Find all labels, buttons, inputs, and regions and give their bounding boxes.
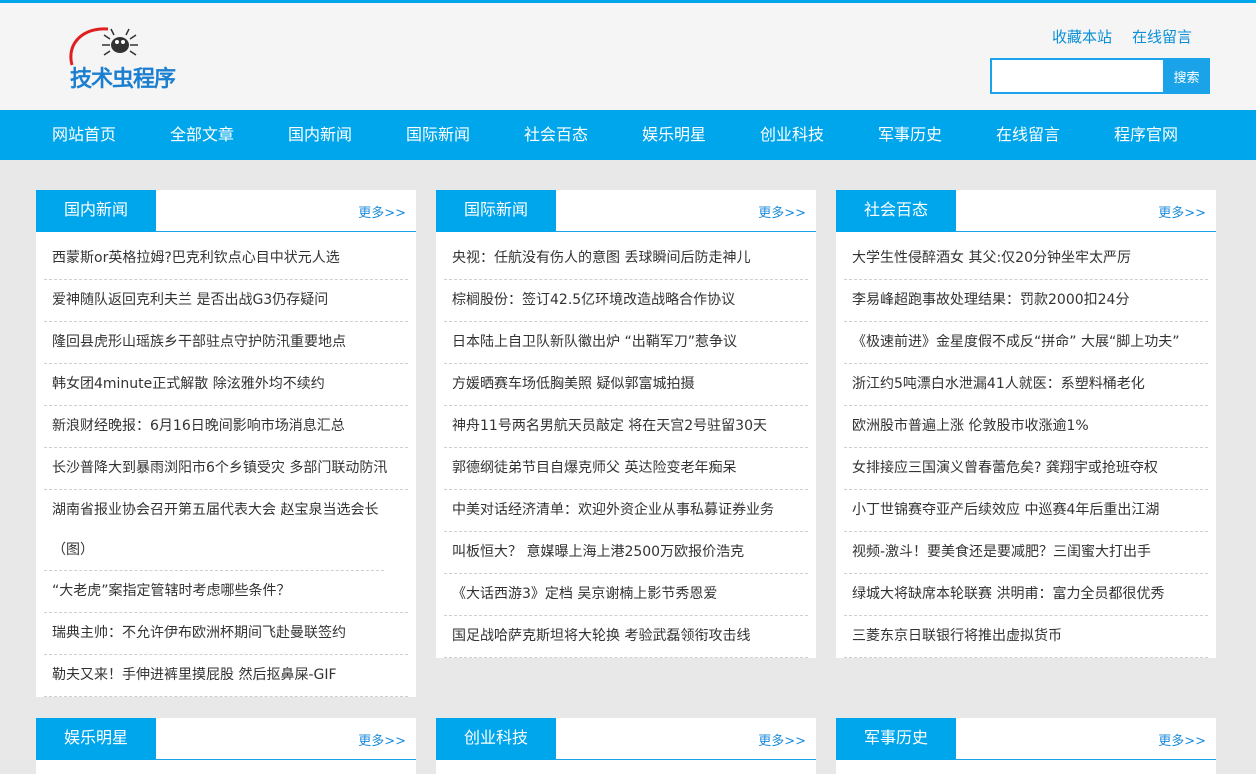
online-message-link[interactable]: 在线留言 [1132,26,1192,47]
list-item[interactable]: 方媛晒赛车场低胸美照 疑似郭富城拍摄 [444,364,808,406]
list-item[interactable]: 欧洲股市普遍上涨 伦敦股市收涨逾1% [844,406,1208,448]
list-item[interactable]: “大老虎”案指定管辖时考虑哪些条件？ [44,571,408,613]
list-item[interactable]: 小丁世锦赛夺亚产后续效应 中巡赛4年后重出江湖 [844,490,1208,532]
list-item[interactable]: 视频-激斗！要美食还是要减肥？三闺蜜大打出手 [844,532,1208,574]
panel-tech: 创业科技 更多>> [436,718,816,774]
nav-item-domestic-news[interactable]: 国内新闻 [261,110,379,160]
list-item[interactable]: 韩女团4minute正式解散 除泫雅外均不续约 [44,364,408,406]
news-list: 西蒙斯or英格拉姆?巴克利钦点心目中状元人选 爱神随队返回克利夫兰 是否出战G3… [36,232,416,697]
panel-header: 国际新闻 更多>> [436,190,816,232]
more-link[interactable]: 更多>> [1158,730,1206,749]
site-header: 技术虫程序 收藏本站 在线留言 搜索 [0,3,1256,110]
site-logo[interactable]: 技术虫程序 [64,23,204,93]
list-item[interactable]: 棕榈股份：签订42.5亿环境改造战略合作协议 [444,280,808,322]
list-item[interactable]: 浙江约5吨漂白水泄漏41人就医：系塑料桶老化 [844,364,1208,406]
list-item[interactable]: 新浪财经晚报：6月16日晚间影响市场消息汇总 [44,406,408,448]
panel-title: 军事历史 [836,718,956,760]
list-item[interactable]: 神舟11号两名男航天员敲定 将在天宫2号驻留30天 [444,406,808,448]
news-list: 央视：任航没有伤人的意图 丢球瞬间后防走神儿 棕榈股份：签订42.5亿环境改造战… [436,232,816,658]
nav-item-message[interactable]: 在线留言 [969,110,1087,160]
panel-title: 娱乐明星 [36,718,156,760]
list-item[interactable]: 日本陆上自卫队新队徽出炉 “出鞘军刀”惹争议 [444,322,808,364]
panel-title: 国内新闻 [36,190,156,232]
main-nav: 网站首页 全部文章 国内新闻 国际新闻 社会百态 娱乐明星 创业科技 军事历史 … [0,110,1256,160]
news-list: 大学生性侵醉酒女 其父:仅20分钟坐牢太严厉 李易峰超跑事故处理结果：罚款200… [836,232,1216,658]
more-link[interactable]: 更多>> [358,202,406,221]
panel-header: 国内新闻 更多>> [36,190,416,232]
list-item[interactable]: 绿城大将缺席本轮联赛 洪明甫：富力全员都很优秀 [844,574,1208,616]
list-item[interactable]: 大学生性侵醉酒女 其父:仅20分钟坐牢太严厉 [844,238,1208,280]
top-links: 收藏本站 在线留言 [1052,26,1192,47]
list-item[interactable]: 勒夫又来！手伸进裤里摸屁股 然后抠鼻屎-GIF [44,655,408,697]
more-link[interactable]: 更多>> [1158,202,1206,221]
list-item[interactable]: 《极速前进》金星度假不成反“拼命” 大展“脚上功夫” [844,322,1208,364]
panel-header: 社会百态 更多>> [836,190,1216,232]
list-item[interactable]: 瑞典主帅：不允许伊布欧洲杯期间飞赴曼联签约 [44,613,408,655]
bookmark-site-link[interactable]: 收藏本站 [1052,26,1112,47]
panel-entertainment: 娱乐明星 更多>> [36,718,416,774]
panel-military: 军事历史 更多>> [836,718,1216,774]
list-item[interactable]: 长沙普降大到暴雨浏阳市6个乡镇受灾 多部门联动防汛 [44,448,408,490]
nav-item-home[interactable]: 网站首页 [25,110,143,160]
list-item[interactable]: 央视：任航没有伤人的意图 丢球瞬间后防走神儿 [444,238,808,280]
list-item[interactable]: 国足战哈萨克斯坦将大轮换 考验武磊领衔攻击线 [444,616,808,658]
nav-item-official-site[interactable]: 程序官网 [1087,110,1205,160]
panel-title: 社会百态 [836,190,956,232]
search-input[interactable] [990,58,1163,94]
more-link[interactable]: 更多>> [358,730,406,749]
panel-header: 军事历史 更多>> [836,718,1216,760]
panel-international-news: 国际新闻 更多>> 央视：任航没有伤人的意图 丢球瞬间后防走神儿 棕榈股份：签订… [436,190,816,658]
logo-text: 技术虫程序 [70,67,176,92]
list-item[interactable]: 三菱东京日联银行将推出虚拟货币 [844,616,1208,658]
list-item[interactable]: 湖南省报业协会召开第五届代表大会 赵宝泉当选会长（图） [44,490,384,571]
panel-header: 创业科技 更多>> [436,718,816,760]
list-item[interactable]: 隆回县虎形山瑶族乡干部驻点守护防汛重要地点 [44,322,408,364]
list-item[interactable]: 中美对话经济清单：欢迎外资企业从事私募证券业务 [444,490,808,532]
list-item[interactable]: 女排接应三国演义曾春蕾危矣? 龚翔宇或抢班夺权 [844,448,1208,490]
nav-item-entertainment[interactable]: 娱乐明星 [615,110,733,160]
nav-item-all-articles[interactable]: 全部文章 [143,110,261,160]
more-link[interactable]: 更多>> [758,202,806,221]
list-item[interactable]: 李易峰超跑事故处理结果：罚款2000扣24分 [844,280,1208,322]
list-item[interactable]: 叫板恒大？ 意媒曝上海上港2500万欧报价浩克 [444,532,808,574]
panel-title: 创业科技 [436,718,556,760]
list-item[interactable]: 郭德纲徒弟节目自爆克师父 英达险变老年痴呆 [444,448,808,490]
search-button[interactable]: 搜索 [1163,58,1210,94]
list-item[interactable]: 西蒙斯or英格拉姆?巴克利钦点心目中状元人选 [44,238,408,280]
nav-item-tech[interactable]: 创业科技 [733,110,851,160]
panel-header: 娱乐明星 更多>> [36,718,416,760]
nav-item-society[interactable]: 社会百态 [497,110,615,160]
more-link[interactable]: 更多>> [758,730,806,749]
panel-title: 国际新闻 [436,190,556,232]
panel-domestic-news: 国内新闻 更多>> 西蒙斯or英格拉姆?巴克利钦点心目中状元人选 爱神随队返回克… [36,190,416,697]
nav-item-military[interactable]: 军事历史 [851,110,969,160]
search-box: 搜索 [990,58,1210,94]
panel-society: 社会百态 更多>> 大学生性侵醉酒女 其父:仅20分钟坐牢太严厉 李易峰超跑事故… [836,190,1216,658]
nav-item-international-news[interactable]: 国际新闻 [379,110,497,160]
list-item[interactable]: 爱神随队返回克利夫兰 是否出战G3仍存疑问 [44,280,408,322]
list-item[interactable]: 《大话西游3》定档 吴京谢楠上影节秀恩爱 [444,574,808,616]
